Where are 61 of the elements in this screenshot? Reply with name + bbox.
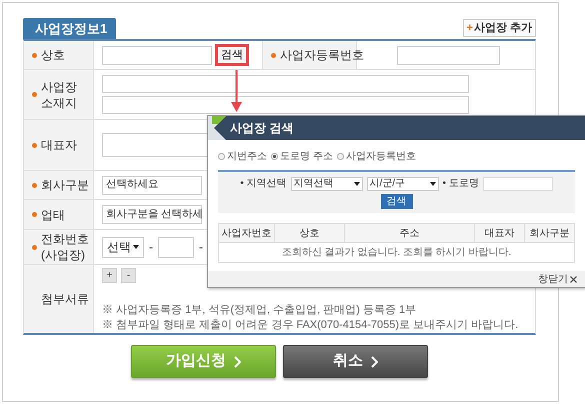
column-header: 사업자번호 (219, 224, 275, 242)
button-label: 사업장 추가 (474, 20, 532, 36)
cancel-button[interactable]: 취소 (283, 345, 428, 378)
separator-text: - (199, 239, 203, 256)
add-workplace-button[interactable]: +사업장 추가 (462, 19, 536, 37)
required-mark-icon (32, 212, 37, 217)
select-field[interactable]: 시/군/구 (366, 176, 438, 190)
field-label-text: 회사구분 (41, 177, 89, 193)
column-header: 주소 (345, 224, 475, 242)
required-mark-icon (32, 142, 37, 148)
close-icon (570, 276, 577, 282)
select-field[interactable]: 선택하세요 (102, 176, 202, 194)
chevron-icon (234, 356, 241, 368)
caret-icon (133, 245, 139, 249)
radio-label: 도로명 주소 (280, 150, 333, 164)
field-label-text: 첨부서류 (41, 291, 89, 307)
field-label-text: 사업자등록번호 (280, 47, 364, 63)
select-field[interactable]: 지역선택 (290, 176, 362, 190)
input-field[interactable] (102, 46, 212, 64)
radio-label: 사업자등록번호 (346, 150, 416, 164)
column-header: 회사구분 (528, 226, 570, 240)
required-mark-icon (271, 52, 276, 58)
input-field[interactable] (158, 236, 194, 258)
input-field[interactable] (482, 176, 553, 190)
select-field[interactable]: 선택 (102, 236, 144, 258)
select-field[interactable]: 회사구분을 선택하세 (102, 205, 202, 224)
empty-message: 조회하신 결과가 없습니다. 조회를 하시기 바랍니다. (280, 246, 512, 260)
note-text: ※ 사업자등록증 1부, 석유(정제업, 수출입업, 판매업) 등록증 1부 (102, 303, 418, 318)
column-header: 대표자 (475, 224, 525, 242)
required-mark-icon (32, 182, 37, 188)
radio-button[interactable] (336, 152, 344, 160)
close-button[interactable]: 창닫기 (538, 272, 577, 286)
popup-title: 사업장 검색 (230, 120, 294, 137)
required-mark-icon (32, 92, 37, 97)
radio-button[interactable] (271, 152, 278, 160)
caret-icon (430, 182, 436, 186)
plus-icon: + (466, 20, 473, 36)
field-label: • 지역선택 (240, 177, 286, 191)
field-label-text: 전화번호 (사업장) (41, 231, 89, 263)
field-label: • 도로명 (442, 177, 479, 191)
input-field[interactable] (102, 75, 469, 93)
arrow-drawing (231, 70, 242, 112)
radio-label: 지번주소 (227, 150, 267, 164)
separator-text: - (149, 239, 153, 256)
required-mark-icon (32, 52, 37, 58)
field-label-text: 대표자 (41, 137, 77, 153)
file-row-button[interactable]: - (121, 268, 136, 283)
chevron-icon (371, 356, 378, 368)
field-label-text: 업태 (41, 206, 65, 222)
file-row-button[interactable]: + (102, 268, 117, 283)
radio-button[interactable] (218, 152, 225, 160)
note-text: ※ 첨부파일 형태로 제출이 어려운 경우 FAX(070-4154-7055)로 보내주시기 바랍니다. (102, 318, 520, 333)
column-header: 상호 (275, 224, 345, 242)
field-label-text: 사업장 소재지 (41, 78, 77, 110)
search-button[interactable]: 검색 (215, 44, 249, 66)
input-field[interactable] (397, 46, 500, 64)
required-mark-icon (32, 244, 37, 250)
input-field[interactable] (102, 96, 469, 114)
caret-icon (354, 182, 360, 186)
search-button[interactable]: 검색 (380, 194, 412, 209)
field-label-text: 상호 (41, 47, 65, 63)
